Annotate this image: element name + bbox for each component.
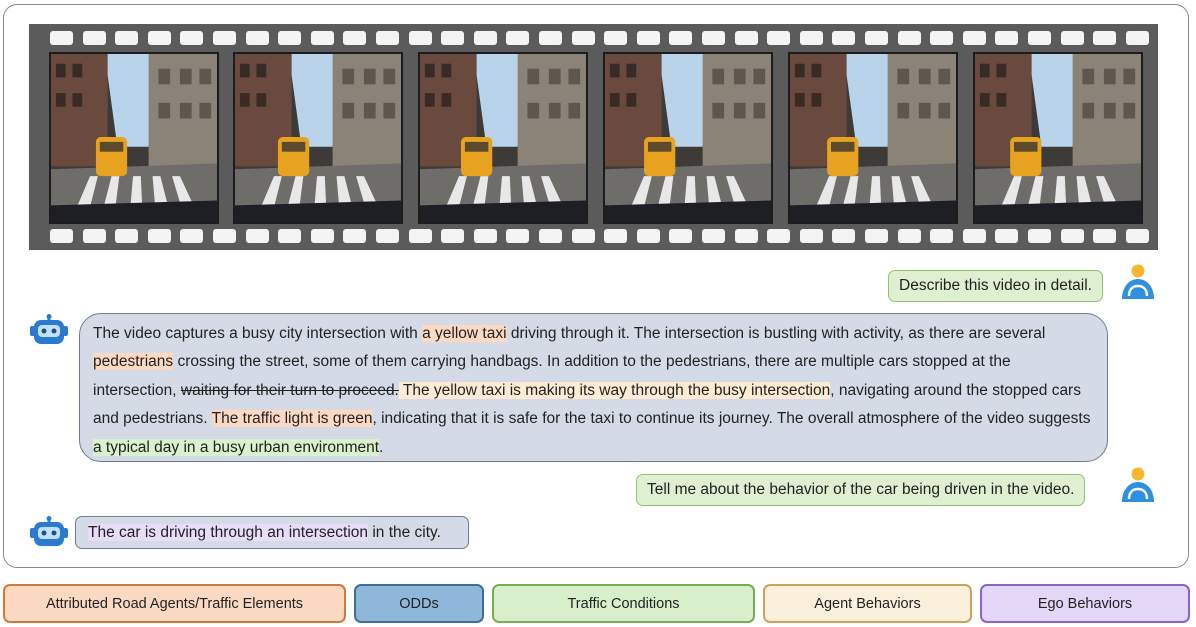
sprocket-hole	[865, 229, 888, 243]
sprocket-hole	[245, 31, 269, 45]
sprocket-hole	[539, 229, 562, 243]
sprocket-hole	[962, 31, 986, 45]
sprocket-hole	[539, 31, 562, 45]
video-frame-5	[788, 52, 958, 224]
sprocket-hole	[408, 31, 432, 45]
sprocket-hole	[865, 31, 888, 45]
legend-odds: ODDs	[354, 584, 484, 623]
sprocket-hole	[1028, 229, 1051, 243]
sprocket-hole	[1060, 229, 1084, 243]
video-filmstrip	[29, 24, 1158, 250]
sprocket-hole	[702, 31, 725, 45]
video-frame-3	[418, 52, 588, 224]
sprocket-hole	[115, 31, 139, 45]
user-icon	[1122, 264, 1154, 299]
sprocket-hole	[310, 229, 334, 243]
robot-icon	[30, 516, 68, 546]
bot-message-1: The video captures a busy city intersect…	[79, 313, 1108, 462]
sprocket-hole	[376, 31, 399, 45]
sprocket-hole	[82, 31, 106, 45]
highlight-ego-behavior: The car is driving through an intersecti…	[88, 524, 369, 541]
sprocket-hole	[832, 229, 856, 243]
sprocket-hole	[734, 31, 758, 45]
sprocket-hole	[50, 229, 73, 243]
highlight-road-agent: pedestrians	[93, 353, 174, 371]
highlight-traffic-element: The traffic light is green	[211, 410, 373, 428]
sprocket-hole	[180, 31, 204, 45]
struck-text: waiting for their turn to proceed.	[180, 381, 399, 399]
sprocket-hole	[147, 31, 171, 45]
highlight-agent-behavior: The yellow taxi is making its way throug…	[398, 381, 831, 399]
sprocket-hole	[571, 31, 595, 45]
sprocket-hole	[343, 229, 367, 243]
sprocket-hole	[278, 229, 302, 243]
legend-agent-behaviors: Agent Behaviors	[763, 584, 972, 623]
sprocket-hole	[213, 229, 236, 243]
highlight-road-agent: a yellow taxi	[422, 325, 507, 342]
bot-message-2: The car is driving through an intersecti…	[75, 516, 469, 549]
sprocket-hole	[1125, 229, 1149, 243]
sprocket-hole	[506, 229, 530, 243]
sprocket-hole	[441, 31, 465, 45]
sprocket-hole	[310, 31, 334, 45]
sprocket-hole	[147, 229, 171, 243]
video-frame-1	[49, 52, 219, 224]
sprocket-hole	[767, 31, 791, 45]
sprocket-hole	[832, 31, 856, 45]
sprocket-hole	[408, 229, 432, 243]
legend-ego-behaviors: Ego Behaviors	[980, 584, 1190, 623]
sprocket-hole	[245, 229, 269, 243]
legend-traffic-conditions: Traffic Conditions	[492, 584, 755, 623]
sprocket-hole	[571, 229, 595, 243]
sprocket-hole	[376, 229, 399, 243]
sprocket-hole	[962, 229, 986, 243]
sprocket-hole	[799, 229, 823, 243]
sprocket-hole	[473, 31, 497, 45]
video-frame-2	[233, 52, 403, 224]
video-frame-4	[603, 52, 773, 224]
sprocket-hole	[930, 31, 954, 45]
sprocket-hole	[930, 229, 954, 243]
sprocket-hole	[702, 229, 725, 243]
sprocket-hole	[799, 31, 823, 45]
sprocket-hole	[897, 229, 921, 243]
sprocket-hole	[767, 229, 791, 243]
sprocket-hole	[1060, 31, 1084, 45]
sprocket-hole	[734, 229, 758, 243]
sprocket-hole	[1125, 31, 1149, 45]
user-icon	[1122, 467, 1154, 502]
sprocket-hole	[441, 229, 465, 243]
video-frame-6	[973, 52, 1143, 224]
robot-icon	[30, 314, 68, 344]
sprocket-hole	[995, 229, 1019, 243]
sprocket-hole	[1093, 229, 1117, 243]
user-message-1: Describe this video in detail.	[888, 270, 1103, 302]
sprocket-hole	[669, 31, 693, 45]
sprocket-hole	[669, 229, 693, 243]
sprocket-hole	[343, 31, 367, 45]
sprocket-hole	[180, 229, 204, 243]
highlight-traffic-condition: a typical day in a busy urban environmen…	[93, 438, 380, 456]
sprocket-hole	[995, 31, 1019, 45]
sprocket-hole	[604, 229, 628, 243]
sprocket-hole	[473, 229, 497, 243]
sprocket-hole	[115, 229, 139, 243]
legend-road-agents: Attributed Road Agents/Traffic Elements	[3, 584, 346, 623]
sprocket-hole	[506, 31, 530, 45]
sprocket-hole	[604, 31, 628, 45]
sprocket-hole	[1093, 31, 1117, 45]
sprocket-hole	[213, 31, 236, 45]
sprocket-hole	[636, 229, 660, 243]
sprocket-hole	[636, 31, 660, 45]
sprocket-hole	[82, 229, 106, 243]
sprocket-hole	[1028, 31, 1051, 45]
user-message-2: Tell me about the behavior of the car be…	[636, 474, 1086, 506]
sprocket-hole	[50, 31, 73, 45]
sprocket-hole	[897, 31, 921, 45]
sprocket-hole	[278, 31, 302, 45]
